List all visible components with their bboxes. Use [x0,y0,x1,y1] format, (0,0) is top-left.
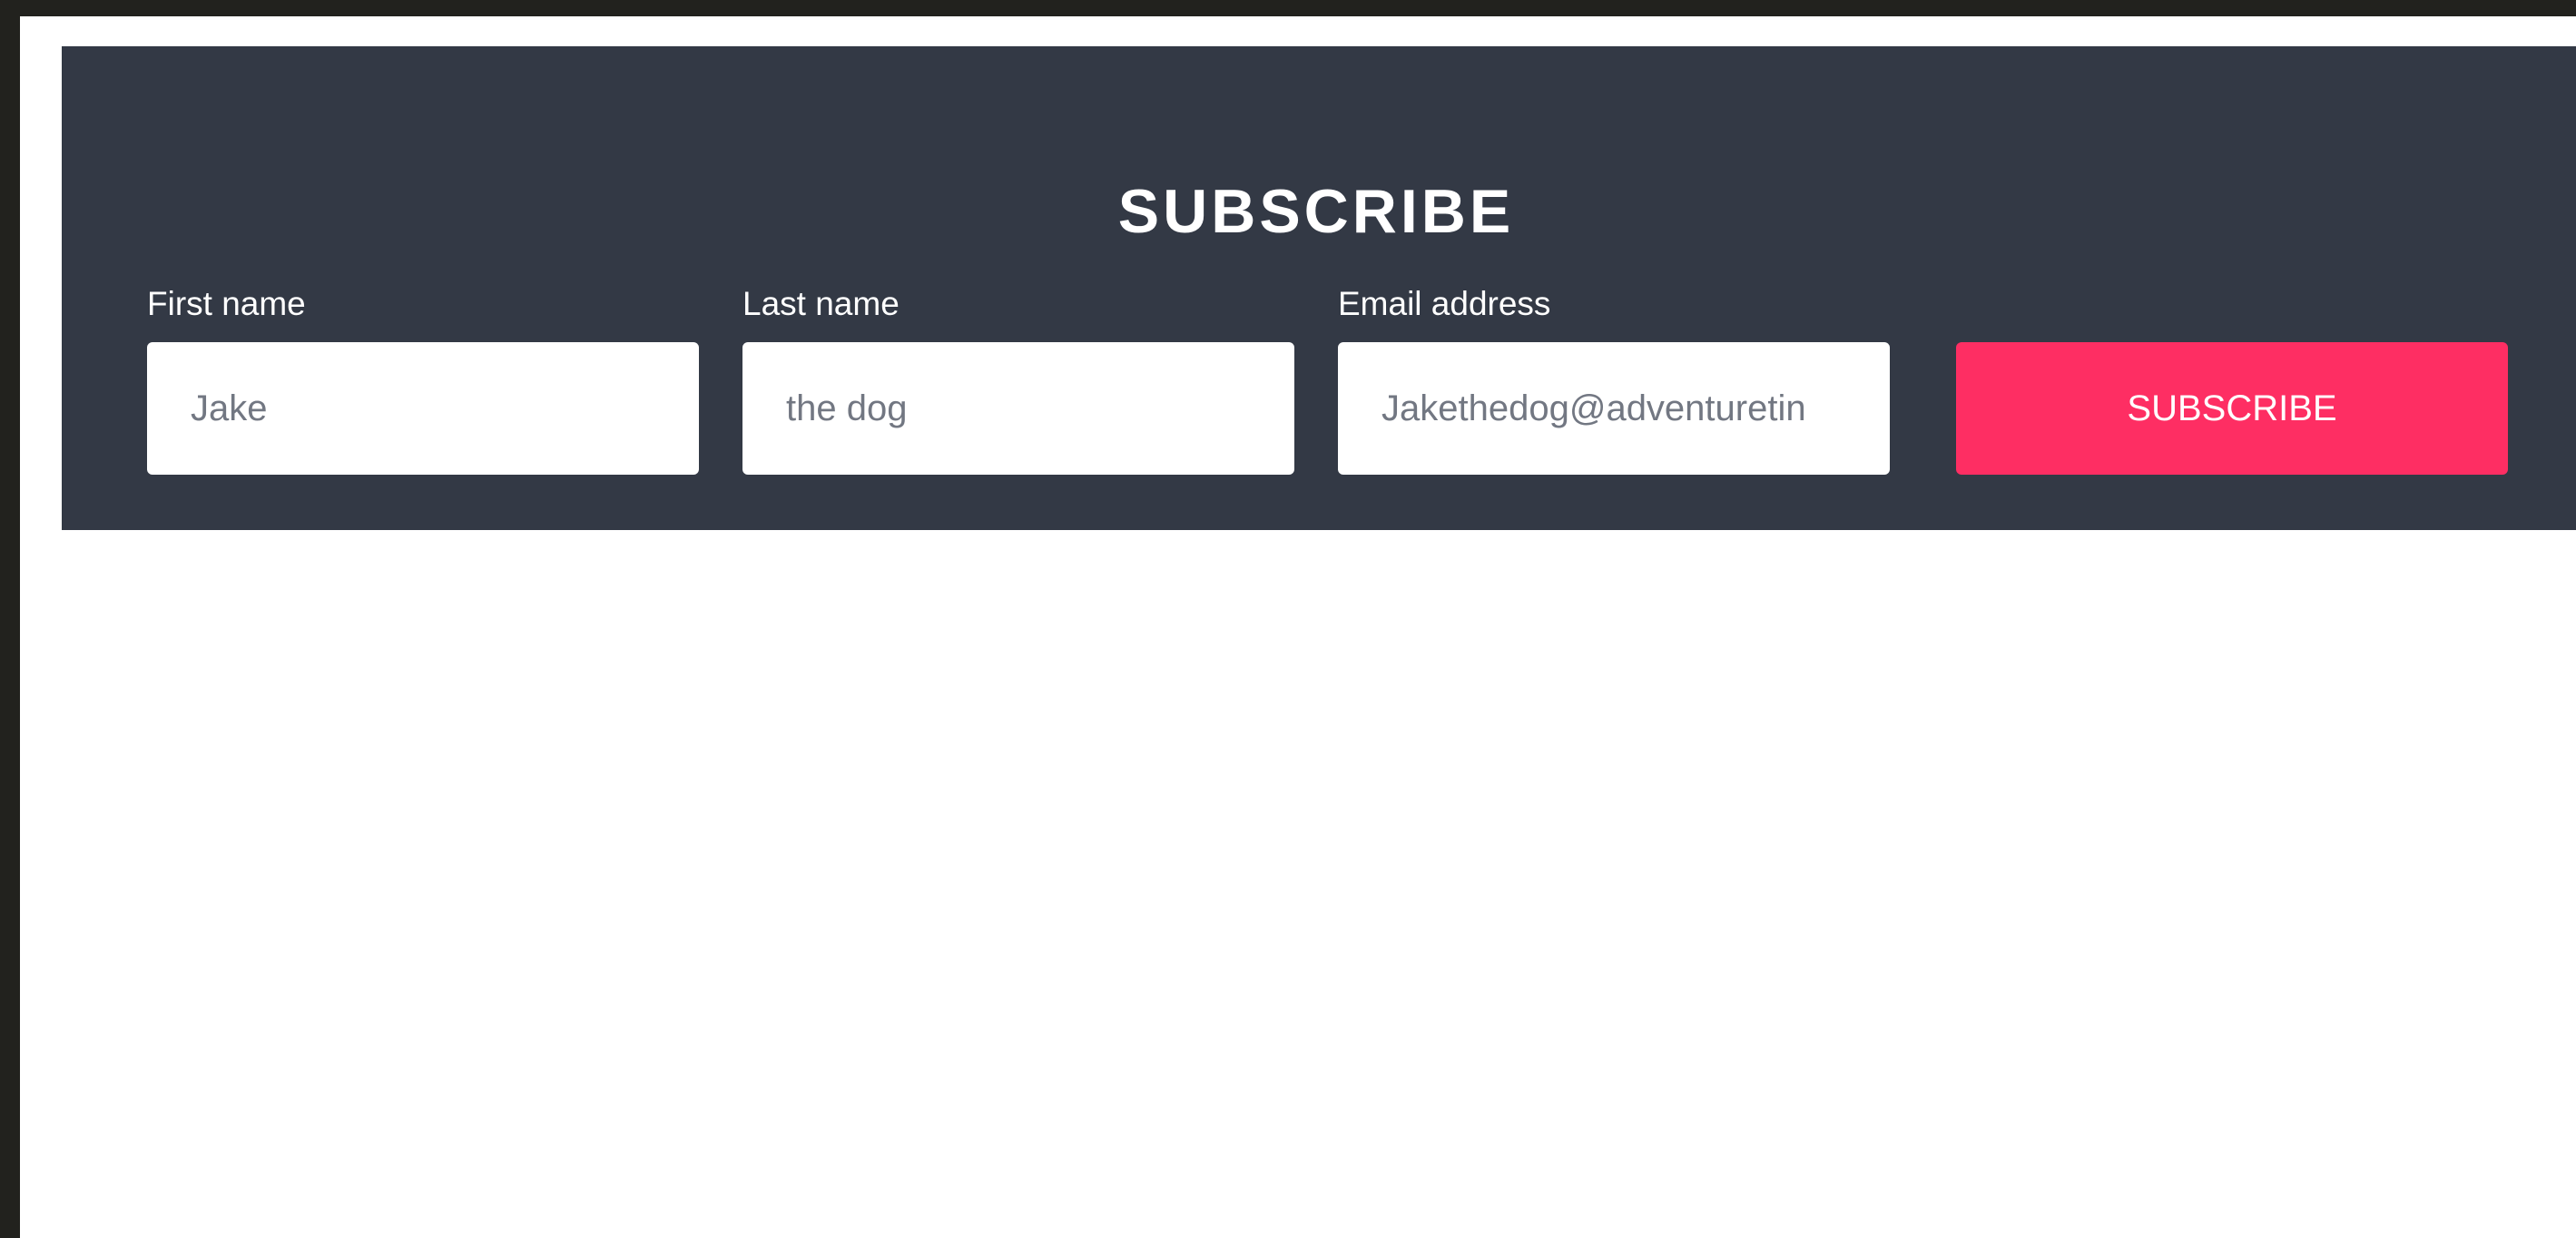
email-input[interactable]: Jakethedog@adventuretin [1338,342,1890,475]
first-name-input[interactable]: Jake [147,342,699,475]
subscribe-button[interactable]: SUBSCRIBE [1956,342,2508,475]
screen-frame: SUBSCRIBE First name Jake Last name the … [0,0,2576,1238]
last-name-value: the dog [786,388,908,428]
email-value: Jakethedog@adventuretin [1381,388,1806,428]
subscribe-form: SUBSCRIBE First name Jake Last name the … [62,46,2576,530]
page: SUBSCRIBE First name Jake Last name the … [20,16,2576,1238]
last-name-input[interactable]: the dog [742,342,1294,475]
first-name-label: First name [147,285,306,322]
email-label: Email address [1338,285,1551,322]
first-name-value: Jake [191,388,268,428]
form-title: SUBSCRIBE [1117,177,1515,246]
last-name-label: Last name [742,285,900,322]
